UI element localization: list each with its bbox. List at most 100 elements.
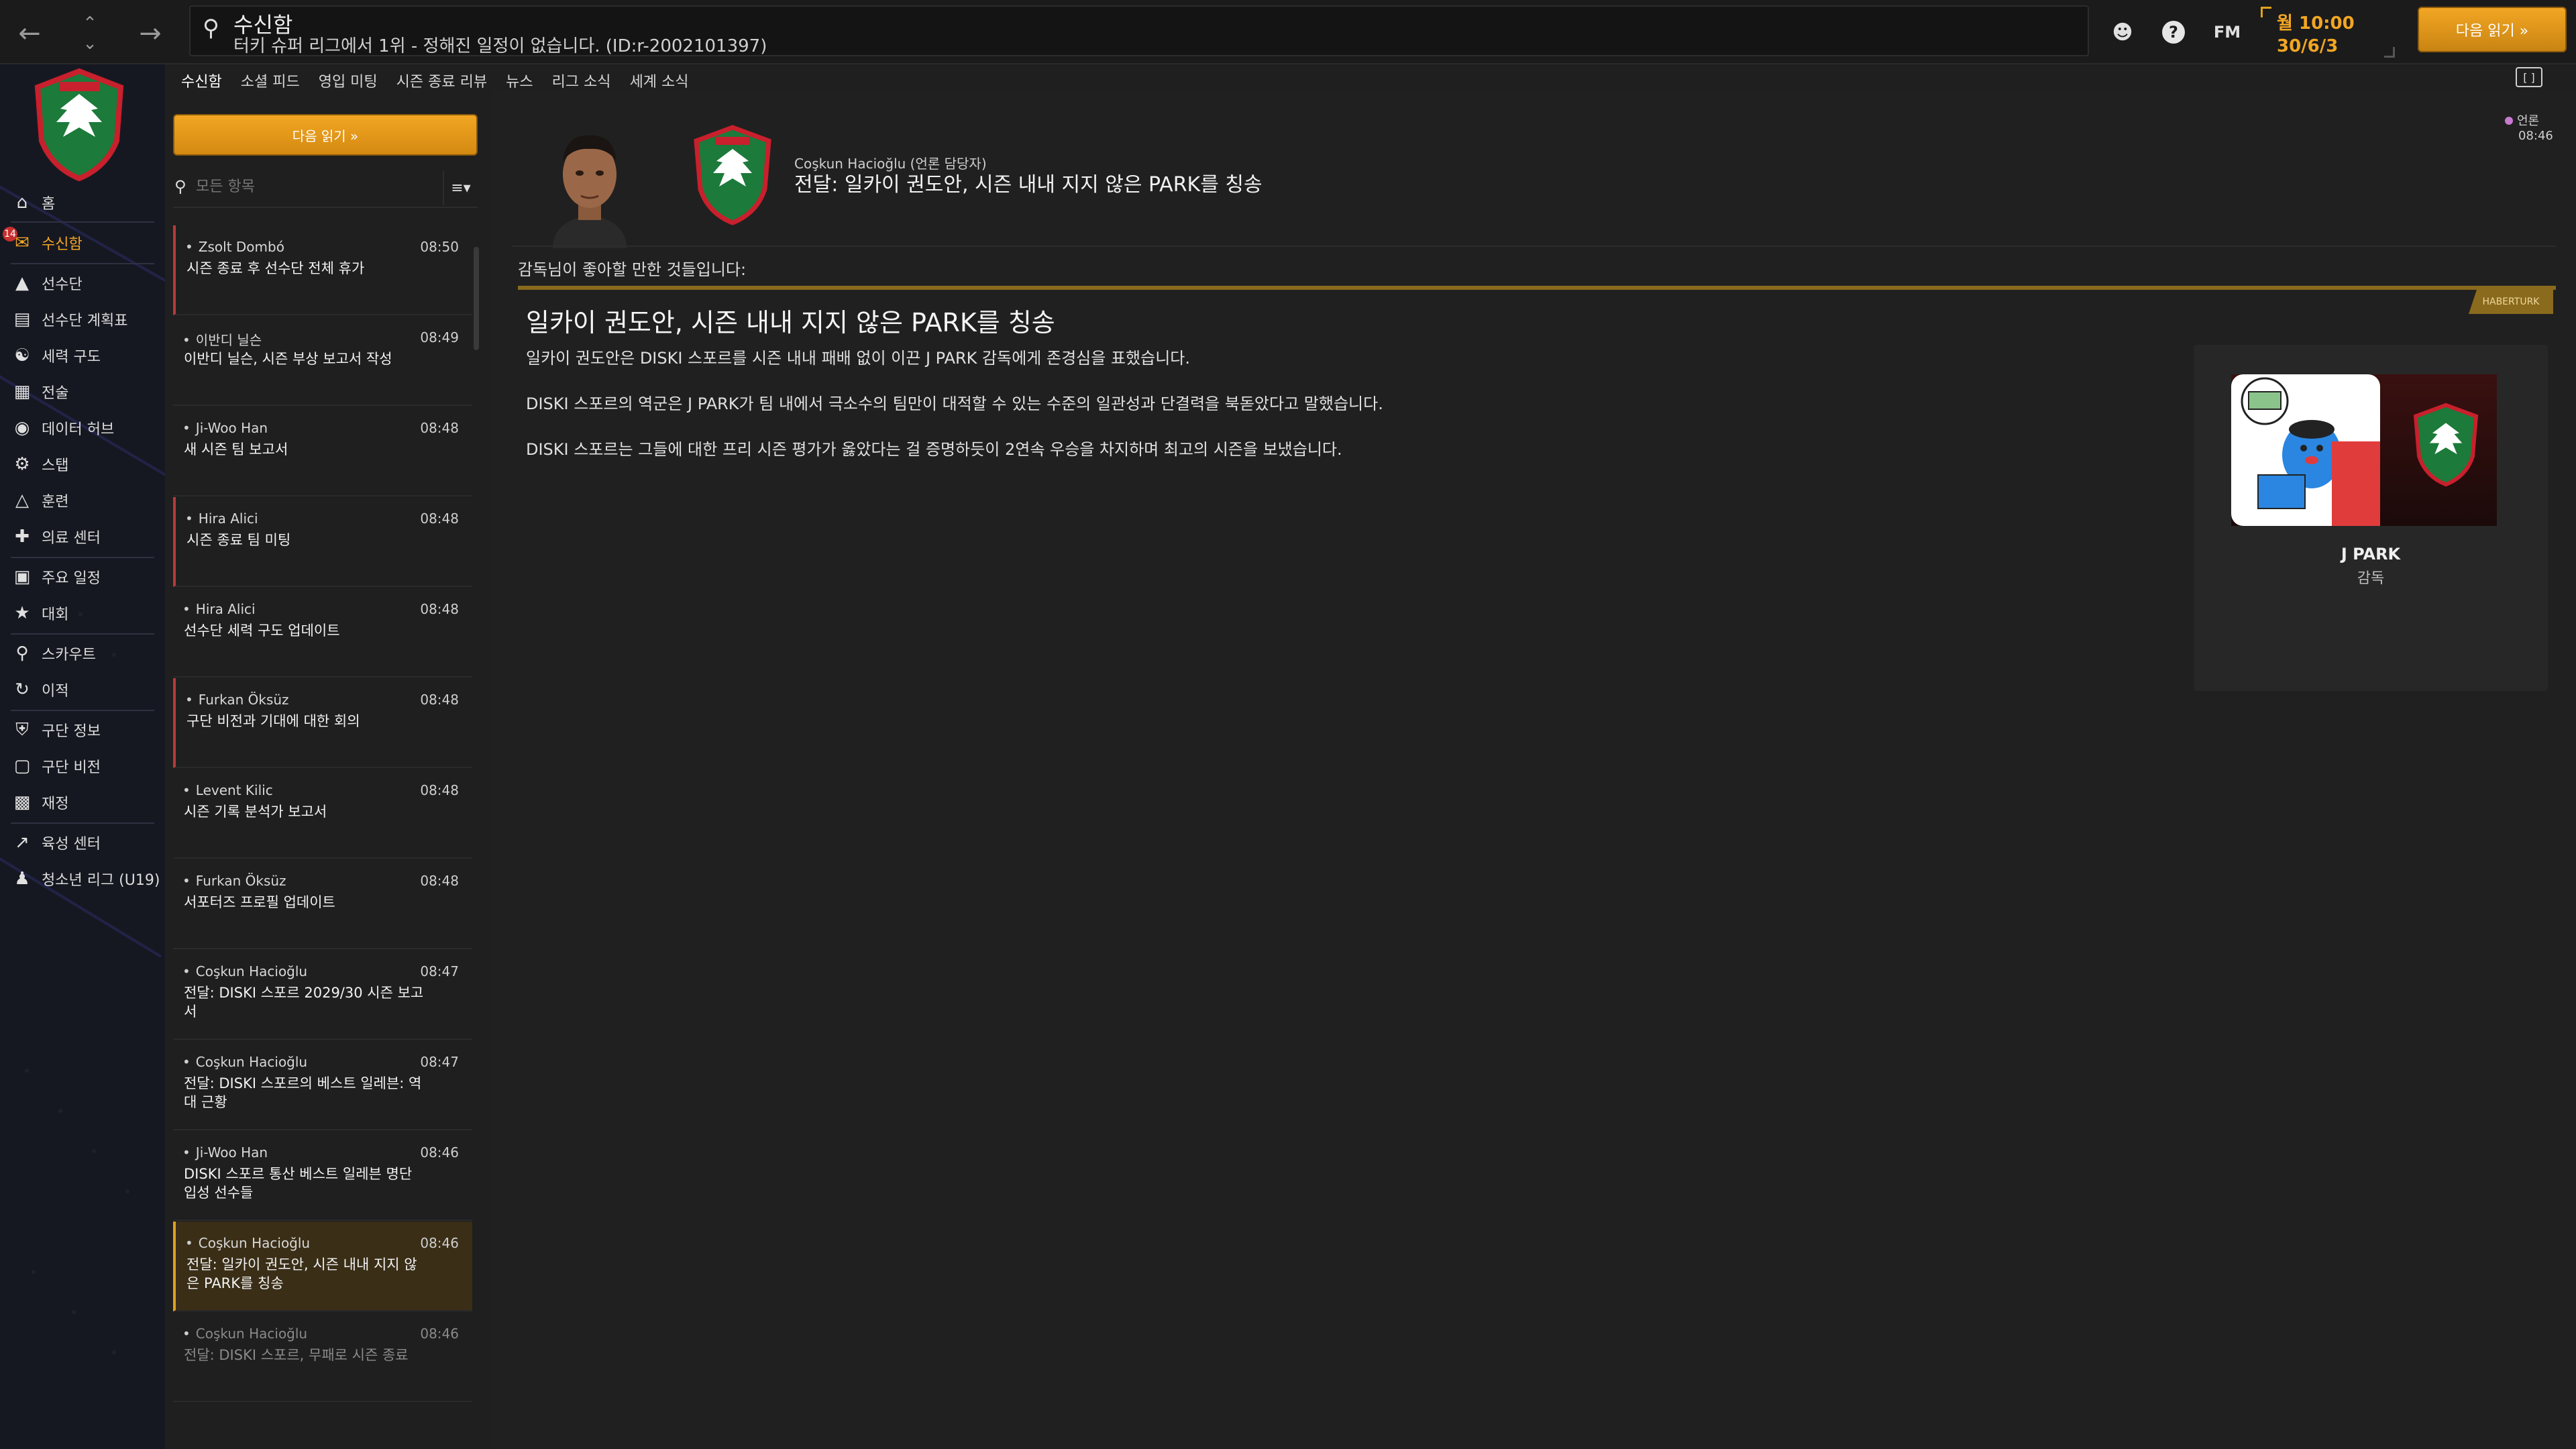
tab-news[interactable]: 뉴스: [496, 64, 542, 91]
message-time: 08:50: [420, 239, 459, 255]
tab-recruitment-meetings[interactable]: 영입 미팅: [309, 64, 387, 91]
search-subtitle: 터키 슈퍼 리그에서 1위 - 정해진 일정이 없습니다. (ID:r-2002…: [233, 36, 767, 56]
list-item[interactable]: 이반디 닐슨 08:49 이반디 닐슨, 시즌 부상 보고서 작성: [173, 316, 472, 406]
list-item[interactable]: Ji-Woo Han 08:48 새 시즌 팀 보고서: [173, 407, 472, 496]
sidebar-item-label: 수신함: [42, 236, 83, 253]
article-paragraph: 일카이 권도안은 DISKI 스포르를 시즌 내내 패배 없이 이끈 J PAR…: [526, 349, 1190, 368]
hierarchy-icon: ☯: [14, 345, 30, 366]
sidebar-item-label: 세력 구도: [42, 349, 101, 366]
trophy-icon: ★: [14, 603, 30, 623]
message-time: 08:48: [420, 511, 459, 527]
home-icon: ⌂: [16, 193, 28, 213]
message-time: 08:48: [420, 782, 459, 798]
sidebar-item-transfers[interactable]: ↻ 이적: [0, 672, 165, 707]
help-icon[interactable]: ?: [2159, 17, 2188, 47]
staff-icon: ⚙: [14, 454, 30, 474]
tab-league-news[interactable]: 리그 소식: [543, 64, 621, 91]
up-down-arrows-icon[interactable]: ⌃ ⌄: [70, 13, 110, 54]
message-subject: 새 시즌 팀 보고서: [184, 441, 288, 458]
sidebar-item-dynamics[interactable]: ☯ 세력 구도: [0, 338, 165, 373]
list-item[interactable]: Furkan Öksüz 08:48 서포터즈 프로필 업데이트: [173, 859, 472, 949]
arrow-left-icon[interactable]: ←: [9, 13, 50, 54]
sidebar-item-youth-league[interactable]: ♟ 청소년 리그 (U19): [0, 861, 165, 896]
sort-menu-icon[interactable]: ≡▾: [443, 170, 478, 205]
tab-world-news[interactable]: 세계 소식: [621, 64, 698, 91]
message-time: 08:48: [420, 873, 459, 889]
list-item[interactable]: Hira Alici 08:48 시즌 종료 팀 미팅: [173, 497, 472, 587]
sidebar-item-inbox[interactable]: 14 ✉ 수신함: [0, 225, 165, 260]
list-item-selected[interactable]: Coşkun Hacioğlu 08:46전달: 일카이 권도안, 시즌 내내 지…: [173, 1222, 472, 1311]
club-info-icon: ⛨: [15, 719, 29, 740]
inbox-filter: ⚲ ≡▾: [173, 168, 478, 208]
manager-name[interactable]: J PARK: [2194, 545, 2548, 564]
read-next-button[interactable]: 다음 읽기 »: [173, 114, 478, 156]
list-item[interactable]: Furkan Öksüz 08:48 구단 비전과 기대에 대한 회의: [173, 678, 472, 768]
list-item[interactable]: Coşkun Hacioğlu 08:47 전달: DISKI 스포르 2029/3…: [173, 950, 472, 1040]
list-item[interactable]: Levent Kilic 08:48 시즌 기록 분석가 보고서: [173, 769, 472, 859]
message-subject: 구단 비전과 기대에 대한 회의: [186, 713, 360, 729]
sidebar-item-training[interactable]: △ 훈련: [0, 483, 165, 518]
message-intro: 감독님이 좋아할 만한 것들입니다:: [518, 260, 747, 279]
message-subject: 전달: DISKI 스포르의 베스트 일레븐: 역대 근황: [184, 1075, 422, 1110]
top-bar: ← ⌃ ⌄ → ⚲ 수신함 터키 슈퍼 리그에서 1위 - 정해진 일정이 없습니…: [0, 0, 2576, 64]
list-item[interactable]: Coşkun Hacioğlu 08:47 전달: DISKI 스포르의 베스트 일…: [173, 1040, 472, 1130]
fm-logo[interactable]: FM: [2207, 17, 2247, 47]
tab-season-review[interactable]: 시즌 종료 리뷰: [387, 64, 496, 91]
sidebar-item-label: 의료 센터: [42, 530, 101, 547]
club-crest-logo[interactable]: [32, 67, 126, 181]
sidebar-item-scouting[interactable]: ⚲ 스카우트: [0, 636, 165, 671]
sidebar-item-tactics[interactable]: ▦ 전술: [0, 374, 165, 409]
list-item[interactable]: Ji-Woo Han 08:46 DISKI 스포르 통산 베스트 일레븐 명단 입…: [173, 1131, 472, 1221]
tab-social-feed[interactable]: 소셜 피드: [231, 64, 309, 91]
bulletin-icon[interactable]: [ ]: [2516, 67, 2542, 87]
sidebar-item-staff[interactable]: ⚙ 스탭: [0, 447, 165, 482]
message-sender: Hira Alici: [182, 601, 256, 617]
shirt-icon: ▲: [15, 273, 29, 293]
sidebar-item-label: 홈: [42, 196, 56, 213]
tab-inbox[interactable]: 수신함: [172, 64, 231, 94]
search-bar[interactable]: ⚲ 수신함 터키 슈퍼 리그에서 1위 - 정해진 일정이 없습니다. (ID:…: [189, 5, 2089, 56]
sidebar-item-label: 선수단: [42, 276, 83, 293]
continue-button[interactable]: 다음 읽기 »: [2418, 7, 2567, 52]
list-item[interactable]: Zsolt Dombó 08:50 시즌 종료 후 선수단 전체 휴가: [173, 225, 472, 315]
list-item[interactable]: Coşkun Hacioğlu 08:46 전달: DISKI 스포르, 무패로 시…: [173, 1312, 472, 1402]
sidebar-item-label: 대회: [42, 606, 69, 623]
message-time: 08:46: [420, 1235, 459, 1251]
sidebar-item-schedule[interactable]: ▣ 주요 일정: [0, 559, 165, 594]
sidebar-item-label: 전술: [42, 385, 69, 402]
brain-head-icon[interactable]: ☻: [2108, 17, 2137, 47]
arrow-right-icon[interactable]: →: [130, 13, 170, 54]
message-time: 08:48: [420, 601, 459, 617]
sidebar-item-competitions[interactable]: ★ 대회: [0, 596, 165, 631]
sidebar-item-home[interactable]: ⌂ 홈: [0, 185, 165, 220]
news-type-badge: 언론: [2505, 111, 2539, 129]
sender-avatar[interactable]: [539, 121, 640, 248]
message-time: 08:47: [420, 963, 459, 979]
message-sender: 이반디 닐슨: [182, 329, 262, 349]
sidebar-item-club-info[interactable]: ⛨ 구단 정보: [0, 712, 165, 747]
message-sender: Furkan Öksüz: [185, 692, 289, 708]
message-sender: Hira Alici: [185, 511, 258, 527]
sidebar-item-medical[interactable]: ✚ 의료 센터: [0, 519, 165, 554]
filter-search-input[interactable]: [196, 178, 424, 195]
list-item[interactable]: Hira Alici 08:48 선수단 세력 구도 업데이트: [173, 588, 472, 678]
message-sender: Coşkun Hacioğlu: [182, 1054, 307, 1070]
message-list-scrollbar[interactable]: [474, 247, 479, 350]
sidebar-item-club-vision[interactable]: ▢ 구단 비전: [0, 749, 165, 784]
sidebar-item-development[interactable]: ↗ 육성 센터: [0, 825, 165, 860]
sidebar-item-data-hub[interactable]: ◉ 데이터 허브: [0, 411, 165, 445]
transfer-icon: ↻: [15, 680, 30, 700]
training-icon: △: [15, 490, 29, 511]
article-header-line: [518, 286, 2556, 290]
club-vision-icon: ▢: [13, 756, 31, 776]
message-headline: 전달: 일카이 권도안, 시즌 내내 지지 않은 PARK를 칭송: [794, 173, 1263, 197]
youth-icon: ♟: [14, 869, 30, 889]
sidebar-item-label: 청소년 리그 (U19): [42, 872, 160, 889]
sidebar-item-squad[interactable]: ▲ 선수단: [0, 266, 165, 301]
inbox-tabs: 수신함 소셜 피드 영입 미팅 시즌 종료 리뷰 뉴스 리그 소식 세계 소식: [172, 64, 698, 94]
sidebar-item-finances[interactable]: ▩ 재정: [0, 785, 165, 820]
sidebar-item-squad-planner[interactable]: ▤ 선수단 계획표: [0, 302, 165, 337]
manager-card[interactable]: J PARK 감독: [2194, 345, 2548, 691]
sidebar-item-label: 이적: [42, 683, 69, 700]
game-time: 월 10:00: [2277, 13, 2355, 34]
